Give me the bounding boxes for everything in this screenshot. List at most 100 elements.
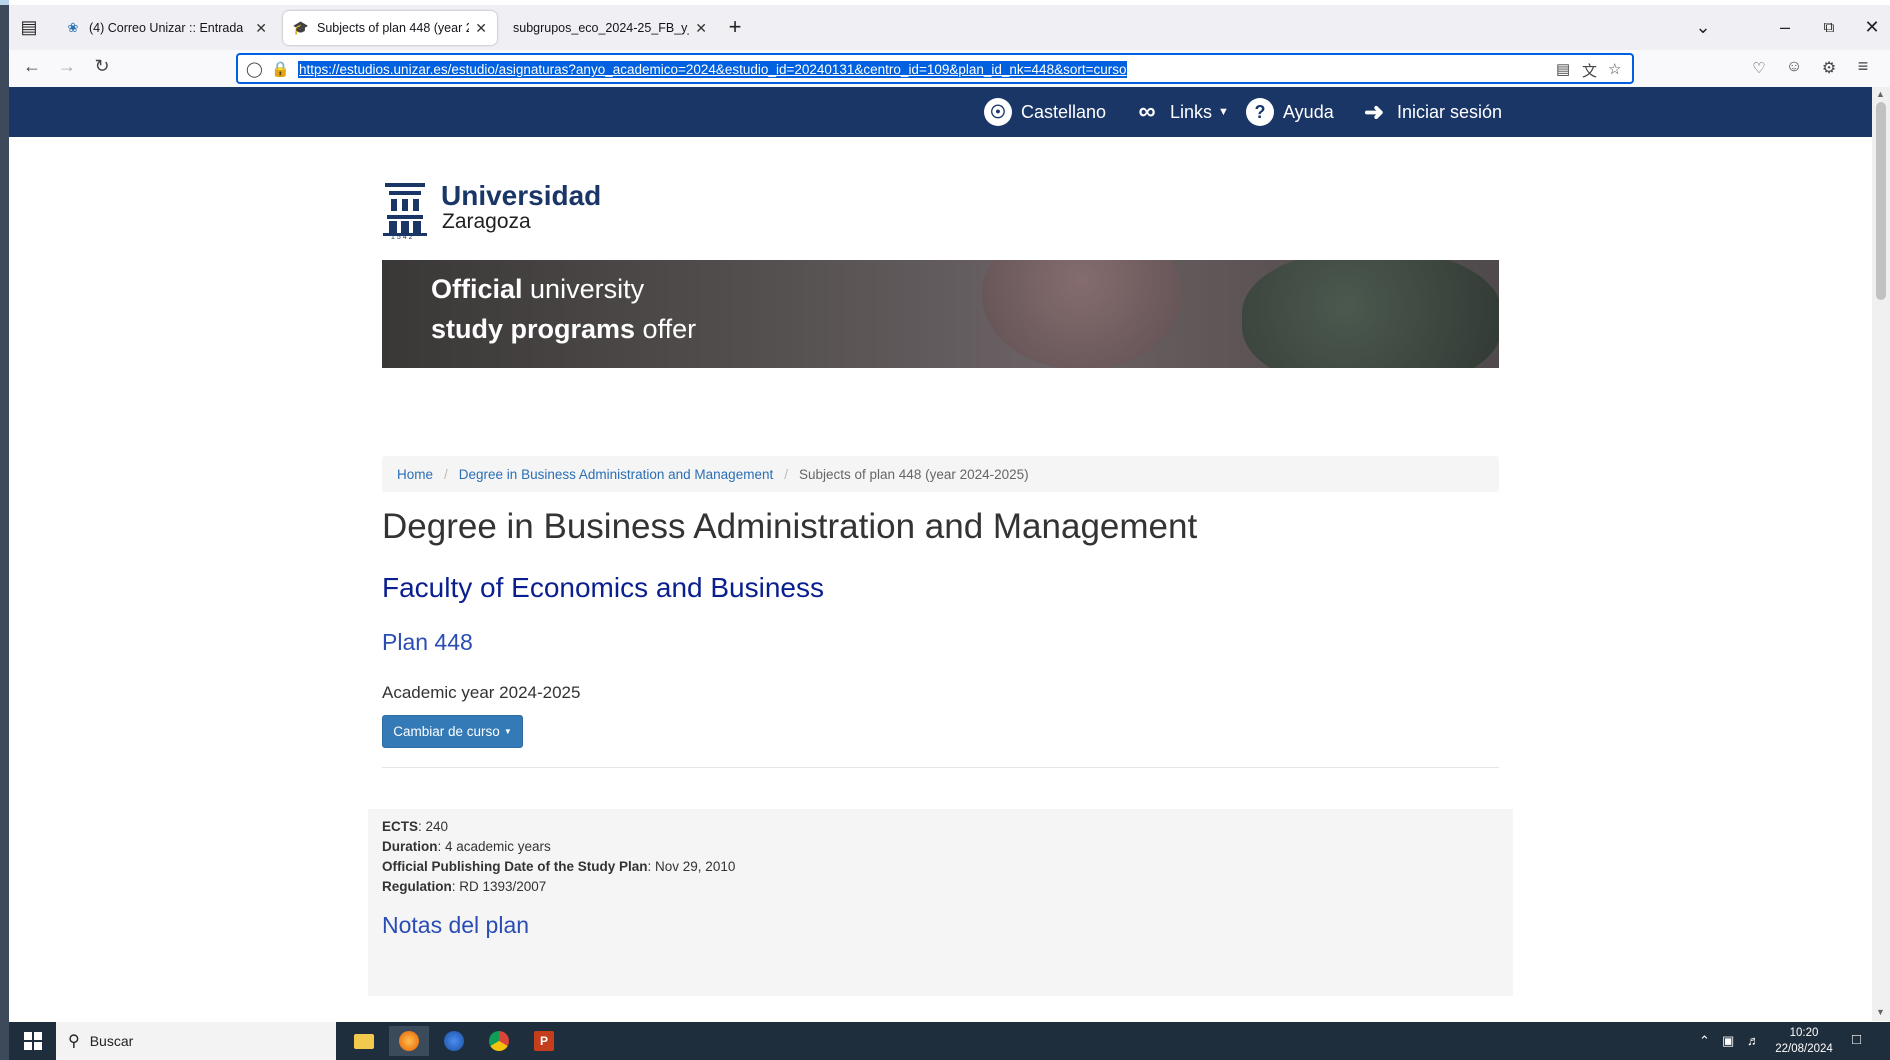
forward-icon[interactable]: → [53,56,81,77]
plan-heading: Plan 448 [382,629,473,655]
mail-icon: ❀ [67,20,79,35]
banner-line-1: Official university [431,274,645,304]
firefox-icon[interactable] [389,1026,429,1056]
language-link[interactable]: ☉ Castellano [984,97,1106,127]
powerpoint-icon[interactable]: P [524,1026,564,1056]
globe-icon: ☉ [984,98,1012,126]
breadcrumb-degree[interactable]: Degree in Business Administration and Ma… [459,467,773,482]
clock-date: 22/08/2024 [1775,1043,1833,1055]
restore-icon[interactable]: ⧉ [1815,19,1843,36]
clock-time: 10:20 [1789,1027,1819,1039]
faculty-link[interactable]: Faculty of Economics and Business [382,572,824,604]
divider [382,767,1499,768]
system-clock[interactable]: 10:20 22/08/2024 [1769,1025,1839,1057]
tab-label: subgrupos_eco_2024-25_FB_y_O.pdf [513,21,689,35]
duration-info: Duration: 4 academic years [382,839,551,854]
lock-icon[interactable]: 🔒 [271,60,290,78]
tab-overflow-chevron-icon[interactable]: ⌄ [1689,17,1717,38]
bookmark-star-icon[interactable]: ☆ [1608,60,1621,78]
chrome-icon[interactable] [479,1026,519,1056]
minimize-icon[interactable]: – [1771,17,1799,38]
tab-pdf[interactable]: subgrupos_eco_2024-25_FB_y_O.pdf ✕ [503,11,717,45]
shield-icon[interactable]: ◯ [246,60,263,78]
notifications-icon[interactable]: □ [1852,1031,1861,1048]
menu-icon[interactable]: ≡ [1849,56,1877,77]
logo-year: 1542 [391,234,415,241]
page-scrollbar[interactable]: ▲ ▼ [1872,87,1890,1021]
plan-notes-heading: Notas del plan [382,912,530,938]
academic-year: Academic year 2024-2025 [382,683,581,702]
back-icon[interactable]: ← [18,56,46,77]
scroll-down-icon[interactable]: ▼ [1876,1007,1885,1017]
tab-list-icon[interactable]: ▤ [15,17,43,38]
tab-label: Subjects of plan 448 (year 2024- [317,21,470,35]
tab-label: (4) Correo Unizar :: Entrada [89,21,244,35]
logo-line2: Zaragoza [442,210,531,233]
taskbar-search[interactable]: ⚲ Buscar [56,1022,336,1060]
search-placeholder: Buscar [89,1033,134,1049]
ects-info: ECTS: 240 [382,819,449,834]
banner-decoration [1242,260,1499,368]
breadcrumb-home[interactable]: Home [397,467,433,482]
url-text[interactable]: https://estudios.unizar.es/estudio/asign… [298,61,1128,78]
file-explorer-icon[interactable] [344,1026,384,1056]
windows-logo-icon [23,1032,42,1050]
help-link[interactable]: ? Ayuda [1246,97,1334,127]
page-title: Degree in Business Administration and Ma… [382,507,1198,546]
extensions-icon[interactable]: ⚙ [1815,58,1843,78]
tab-bar: ▤ ❀ (4) Correo Unizar :: Entrada ✕ 🎓 Sub… [9,5,1890,50]
windows-taskbar: ⚲ Buscar P ⌃ ▣ ♬ 10:20 22/08/2024 □ [9,1022,1890,1060]
caret-down-icon: ▼ [1218,106,1229,118]
caret-down-icon: ▼ [503,727,512,736]
network-icon[interactable]: ▣ [1722,1033,1734,1049]
university-logo[interactable]: 1542 Universidad Zaragoza [381,177,611,242]
address-bar[interactable]: ◯ 🔒 https://estudios.unizar.es/estudio/a… [236,53,1634,84]
account-icon[interactable]: ☺ [1780,58,1808,76]
site-top-nav: ☉ Castellano ∞ Links ▼ ? Ayuda ➜ Iniciar… [9,87,1872,137]
plan-info-box: ECTS: 240 Duration: 4 academic years Off… [368,809,1513,996]
breadcrumb: Home / Degree in Business Administration… [382,456,1499,492]
banner: Official university study programs offer [382,260,1499,368]
browser-window: ▤ ❀ (4) Correo Unizar :: Entrada ✕ 🎓 Sub… [9,0,1890,1060]
university-crest-icon [383,183,427,236]
navigation-bar: ← → ↻ ◯ 🔒 https://estudios.unizar.es/est… [9,50,1890,87]
app-icon[interactable] [434,1026,474,1056]
breadcrumb-current: Subjects of plan 448 (year 2024-2025) [798,466,1029,482]
close-icon[interactable]: ✕ [475,20,487,37]
volume-muted-icon[interactable]: ♬ [1747,1033,1760,1048]
sign-in-icon: ➜ [1363,98,1385,126]
search-icon: ⚲ [68,1033,80,1050]
logo-line1: Universidad [441,180,602,211]
links-label: Links [1170,101,1213,122]
link-icon: ∞ [1138,98,1156,125]
close-window-icon[interactable]: ✕ [1858,17,1886,38]
reader-view-icon[interactable]: ▤ [1556,60,1570,78]
graduation-cap-icon: 🎓 [292,20,310,35]
banner-decoration [982,260,1182,368]
regulation-info: Regulation: RD 1393/2007 [382,879,547,894]
pocket-icon[interactable]: ♡ [1745,59,1773,77]
login-link[interactable]: ➜ Iniciar sesión [1360,97,1502,127]
reload-icon[interactable]: ↻ [88,56,116,77]
close-icon[interactable]: ✕ [695,20,707,37]
scroll-up-icon[interactable]: ▲ [1876,89,1885,99]
change-course-button[interactable]: Cambiar de curso ▼ [382,715,523,748]
banner-line-2: study programs offer [431,314,697,344]
change-course-label: Cambiar de curso [393,724,500,739]
question-icon: ? [1246,98,1274,126]
publishing-date-info: Official Publishing Date of the Study Pl… [382,859,736,874]
breadcrumb-separator: / [784,466,788,482]
new-tab-icon[interactable]: + [721,14,749,40]
start-button[interactable] [9,1022,56,1060]
tab-subjects[interactable]: 🎓 Subjects of plan 448 (year 2024- ✕ [283,11,497,45]
links-dropdown[interactable]: ∞ Links ▼ [1133,97,1229,127]
tab-correo[interactable]: ❀ (4) Correo Unizar :: Entrada ✕ [55,11,277,45]
scroll-thumb[interactable] [1876,102,1886,300]
close-icon[interactable]: ✕ [255,20,267,37]
language-label: Castellano [1021,101,1107,122]
tray-chevron-icon[interactable]: ⌃ [1699,1033,1710,1049]
help-label: Ayuda [1283,101,1334,122]
web-page: ☉ Castellano ∞ Links ▼ ? Ayuda ➜ Iniciar… [9,87,1872,1021]
translate-icon[interactable]: 文 [1582,60,1597,81]
breadcrumb-separator: / [444,466,448,482]
